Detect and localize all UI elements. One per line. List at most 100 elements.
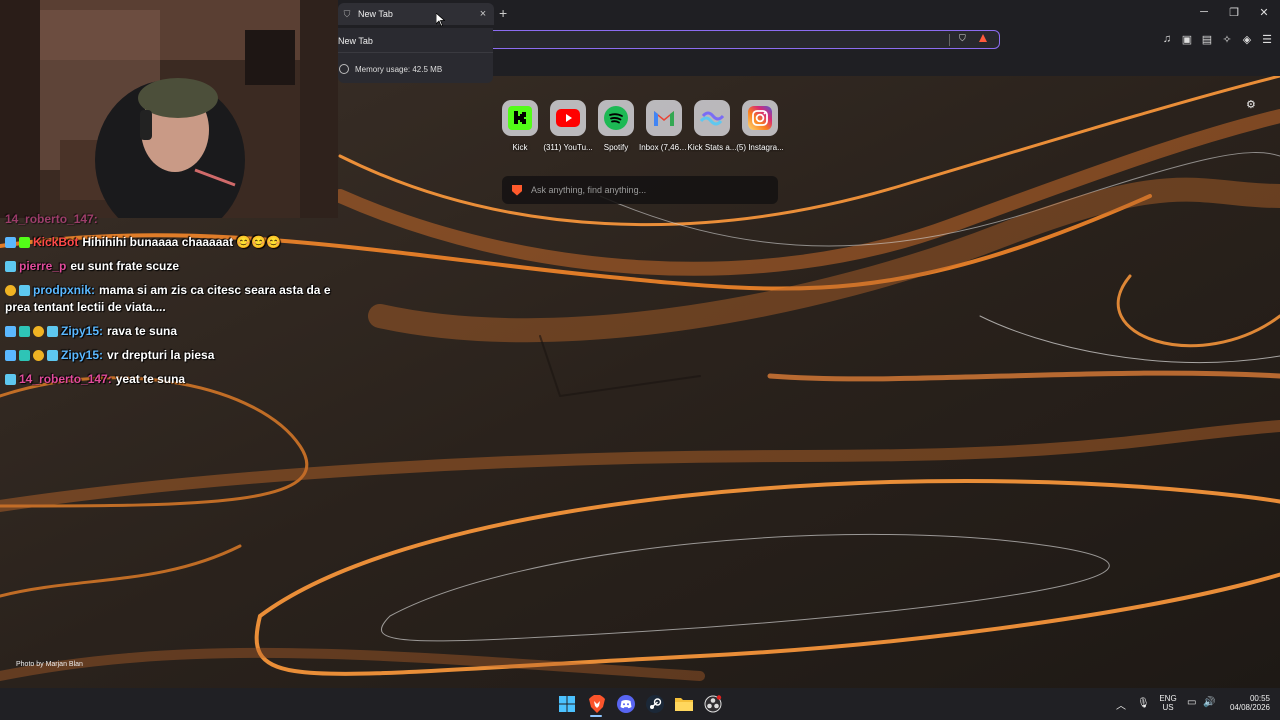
clock-time: 00:55: [1249, 694, 1270, 703]
sub-badge-icon: [47, 325, 58, 337]
instagram-icon: [748, 106, 772, 130]
sub-badge-icon: [47, 349, 58, 361]
language-indicator[interactable]: ENG US: [1156, 694, 1180, 712]
chat-username: prodpxnik:: [33, 283, 95, 297]
language-code: ENG: [1159, 694, 1177, 703]
chat-message: prodpxnik: mama si am zis ca citesc sear…: [5, 283, 331, 297]
shortcut-gmail[interactable]: [646, 100, 682, 136]
webcam-overlay: [0, 0, 338, 218]
wallet-icon[interactable]: ▤: [1200, 33, 1214, 46]
mouse-cursor-icon: [436, 13, 445, 27]
chat-username: pierre_p: [19, 259, 67, 273]
chat-text: eu sunt frate scuze: [70, 259, 180, 273]
brave-search-icon: [512, 184, 522, 196]
chat-text: vr drepturi la piesa: [107, 348, 215, 362]
shortcut-youtube[interactable]: [550, 100, 586, 136]
obs-icon: [704, 695, 722, 713]
microphone-icon[interactable]: 🎙: [1137, 698, 1150, 709]
hover-card-divider: [338, 52, 493, 53]
new-tab-button[interactable]: +: [499, 5, 507, 21]
chat-message: Zipy15: vr drepturi la piesa: [5, 348, 214, 362]
close-window-button[interactable]: ✕: [1256, 6, 1272, 19]
brave-rewards-icon[interactable]: [979, 34, 987, 42]
taskbar-obs[interactable]: [702, 693, 724, 715]
chat-message: KickBot Hihihihi bunaaaa chaaaaat 😊😊😊: [5, 235, 281, 249]
og-badge-icon: [19, 349, 30, 361]
chat-username: Zipy15:: [61, 324, 104, 338]
discord-icon: [617, 695, 635, 713]
chat-message: pierre_p eu sunt frate scuze: [5, 259, 179, 273]
tab-close-icon[interactable]: ×: [476, 8, 490, 20]
gifter-badge-icon: [5, 284, 16, 296]
leo-ai-icon[interactable]: ✧: [1220, 33, 1234, 46]
sword-badge-icon: [5, 236, 16, 248]
address-bar[interactable]: ⛉: [493, 30, 1000, 49]
kick-icon: [508, 106, 532, 130]
memory-usage-text: Memory usage: 42.5 MB: [355, 64, 443, 74]
network-icon[interactable]: ▭: [1187, 697, 1196, 708]
sidebar-icon[interactable]: ▣: [1180, 33, 1194, 46]
media-icon[interactable]: ♫: [1160, 33, 1174, 45]
shortcut-label-youtube: (311) YouTu...: [543, 143, 593, 152]
sword-badge-icon: [5, 325, 16, 337]
sub-badge-icon: [5, 260, 16, 272]
bot-badge-icon: [19, 236, 30, 248]
windows-start-icon: [559, 696, 575, 712]
menu-icon[interactable]: ☰: [1260, 33, 1274, 46]
chat-text: yeat te suna: [115, 372, 186, 386]
taskbar-steam[interactable]: [644, 693, 666, 715]
taskbar-file-explorer[interactable]: [673, 693, 695, 715]
gmail-icon: [654, 111, 674, 126]
memory-icon: [339, 64, 349, 74]
youtube-icon: [556, 109, 580, 127]
shortcut-label-kick: Kick: [512, 143, 528, 152]
shortcut-kick[interactable]: [502, 100, 538, 136]
chat-username: KickBot: [33, 235, 79, 249]
sub-badge-icon: [5, 373, 16, 385]
active-app-indicator: [590, 715, 602, 717]
clock[interactable]: 00:55 04/08/2026: [1222, 694, 1270, 712]
volume-icon[interactable]: 🔊: [1203, 697, 1215, 708]
region-code: US: [1162, 703, 1174, 712]
file-explorer-icon: [675, 698, 693, 711]
shortcut-instagram[interactable]: [742, 100, 778, 136]
search-input[interactable]: Ask anything, find anything...: [502, 176, 778, 204]
gifter-badge-icon: [33, 325, 44, 337]
photo-credit: Photo by Marjan Blan: [16, 661, 83, 668]
shortcut-label-gmail: Inbox (7,469)...: [639, 143, 689, 152]
vpn-icon[interactable]: ◈: [1240, 33, 1254, 46]
hover-card-title: New Tab: [338, 36, 373, 46]
chat-text: prea tentant lectii de viata....: [5, 300, 166, 314]
sword-badge-icon: [5, 349, 16, 361]
shortcut-spotify[interactable]: [598, 100, 634, 136]
chat-username: Zipy15:: [61, 348, 104, 362]
restore-button[interactable]: ❐: [1226, 6, 1242, 19]
gifter-badge-icon: [33, 349, 44, 361]
minimize-button[interactable]: ─: [1196, 6, 1212, 18]
steam-icon: [646, 695, 664, 713]
brave-icon: [589, 695, 605, 713]
clock-date: 04/08/2026: [1229, 703, 1270, 712]
address-separator: [949, 34, 950, 46]
browser-tab[interactable]: ⛉ New Tab ×: [338, 3, 494, 25]
memory-usage: Memory usage: 42.5 MB: [338, 64, 442, 74]
taskbar-discord[interactable]: [615, 693, 637, 715]
kickstats-icon: [700, 111, 724, 126]
chat-message-continuation: prea tentant lectii de viata....: [5, 300, 166, 314]
chat-message: Zipy15: rava te suna: [5, 324, 177, 338]
chevron-up-icon[interactable]: ︿: [1116, 697, 1126, 712]
brave-shield-icon: ⛉: [343, 8, 351, 19]
windows-start-button[interactable]: [556, 693, 578, 715]
tab-title: New Tab: [358, 9, 393, 19]
shortcut-kickstats[interactable]: [694, 100, 730, 136]
taskbar: [0, 688, 1280, 720]
shortcut-label-spotify: Spotify: [603, 143, 629, 152]
tab-hover-card: New Tab Memory usage: 42.5 MB: [338, 28, 493, 83]
og-badge-icon: [19, 325, 30, 337]
chat-username-partial: 14_roberto_147:: [5, 212, 98, 226]
sub-badge-icon: [19, 284, 30, 296]
brave-shields-icon[interactable]: ⛉: [959, 33, 969, 45]
taskbar-brave[interactable]: [586, 693, 608, 715]
gear-icon[interactable]: ⚙: [1246, 98, 1256, 111]
chat-message-partial: 14_roberto_147:: [5, 212, 98, 226]
